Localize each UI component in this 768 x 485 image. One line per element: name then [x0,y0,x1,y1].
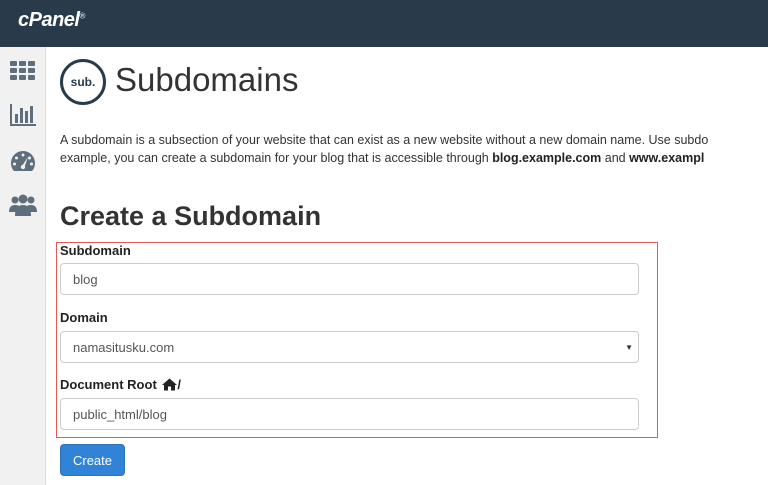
description-conjunction: and [601,151,630,165]
description-line-1: A subdomain is a subsection of your webs… [60,133,709,147]
main-content: sub. Subdomains A subdomain is a subsect… [56,47,768,485]
dashboard-gauge-icon[interactable] [9,147,37,173]
create-subdomain-heading: Create a Subdomain [60,201,322,231]
document-root-label-text: Document Root [60,377,157,392]
description-line-2: example, you can create a subdomain for … [60,149,768,167]
dropdown-arrow-icon: ▼ [625,343,633,352]
users-icon[interactable] [9,192,37,218]
cpanel-logo[interactable]: cPanel® [18,9,85,32]
page-header: sub. Subdomains [60,59,760,105]
description-text: example, you can create a subdomain for … [60,151,493,165]
home-icon [162,378,178,391]
page-description: A subdomain is a subsection of your webs… [60,131,768,167]
example-www-url: www.exampl [629,151,705,165]
document-root-label: Document Root / [60,377,181,392]
domain-select[interactable]: namasitusku.com ▼ [60,331,639,363]
subdomain-label: Subdomain [60,243,131,258]
page-title: Subdomains [115,61,299,98]
top-navbar: cPanel® [0,0,768,47]
subdomain-input-value: blog [73,271,98,287]
domain-selected-value: namasitusku.com [73,339,175,355]
domain-label: Domain [60,310,108,325]
subdomain-input[interactable]: blog [60,263,639,295]
bar-chart-icon[interactable] [9,102,37,128]
document-root-input[interactable]: public_html/blog [60,398,639,430]
document-root-slash: / [177,377,182,392]
subdomains-logo-badge: sub. [60,59,106,105]
example-subdomain-url: blog.example.com [492,151,602,165]
create-button[interactable]: Create [60,444,125,476]
sidebar [0,47,46,485]
logo-text: cPanel [18,9,80,31]
logo-registered-mark: ® [79,11,85,21]
document-root-input-value: public_html/blog [73,406,167,422]
grid-icon[interactable] [9,57,37,83]
